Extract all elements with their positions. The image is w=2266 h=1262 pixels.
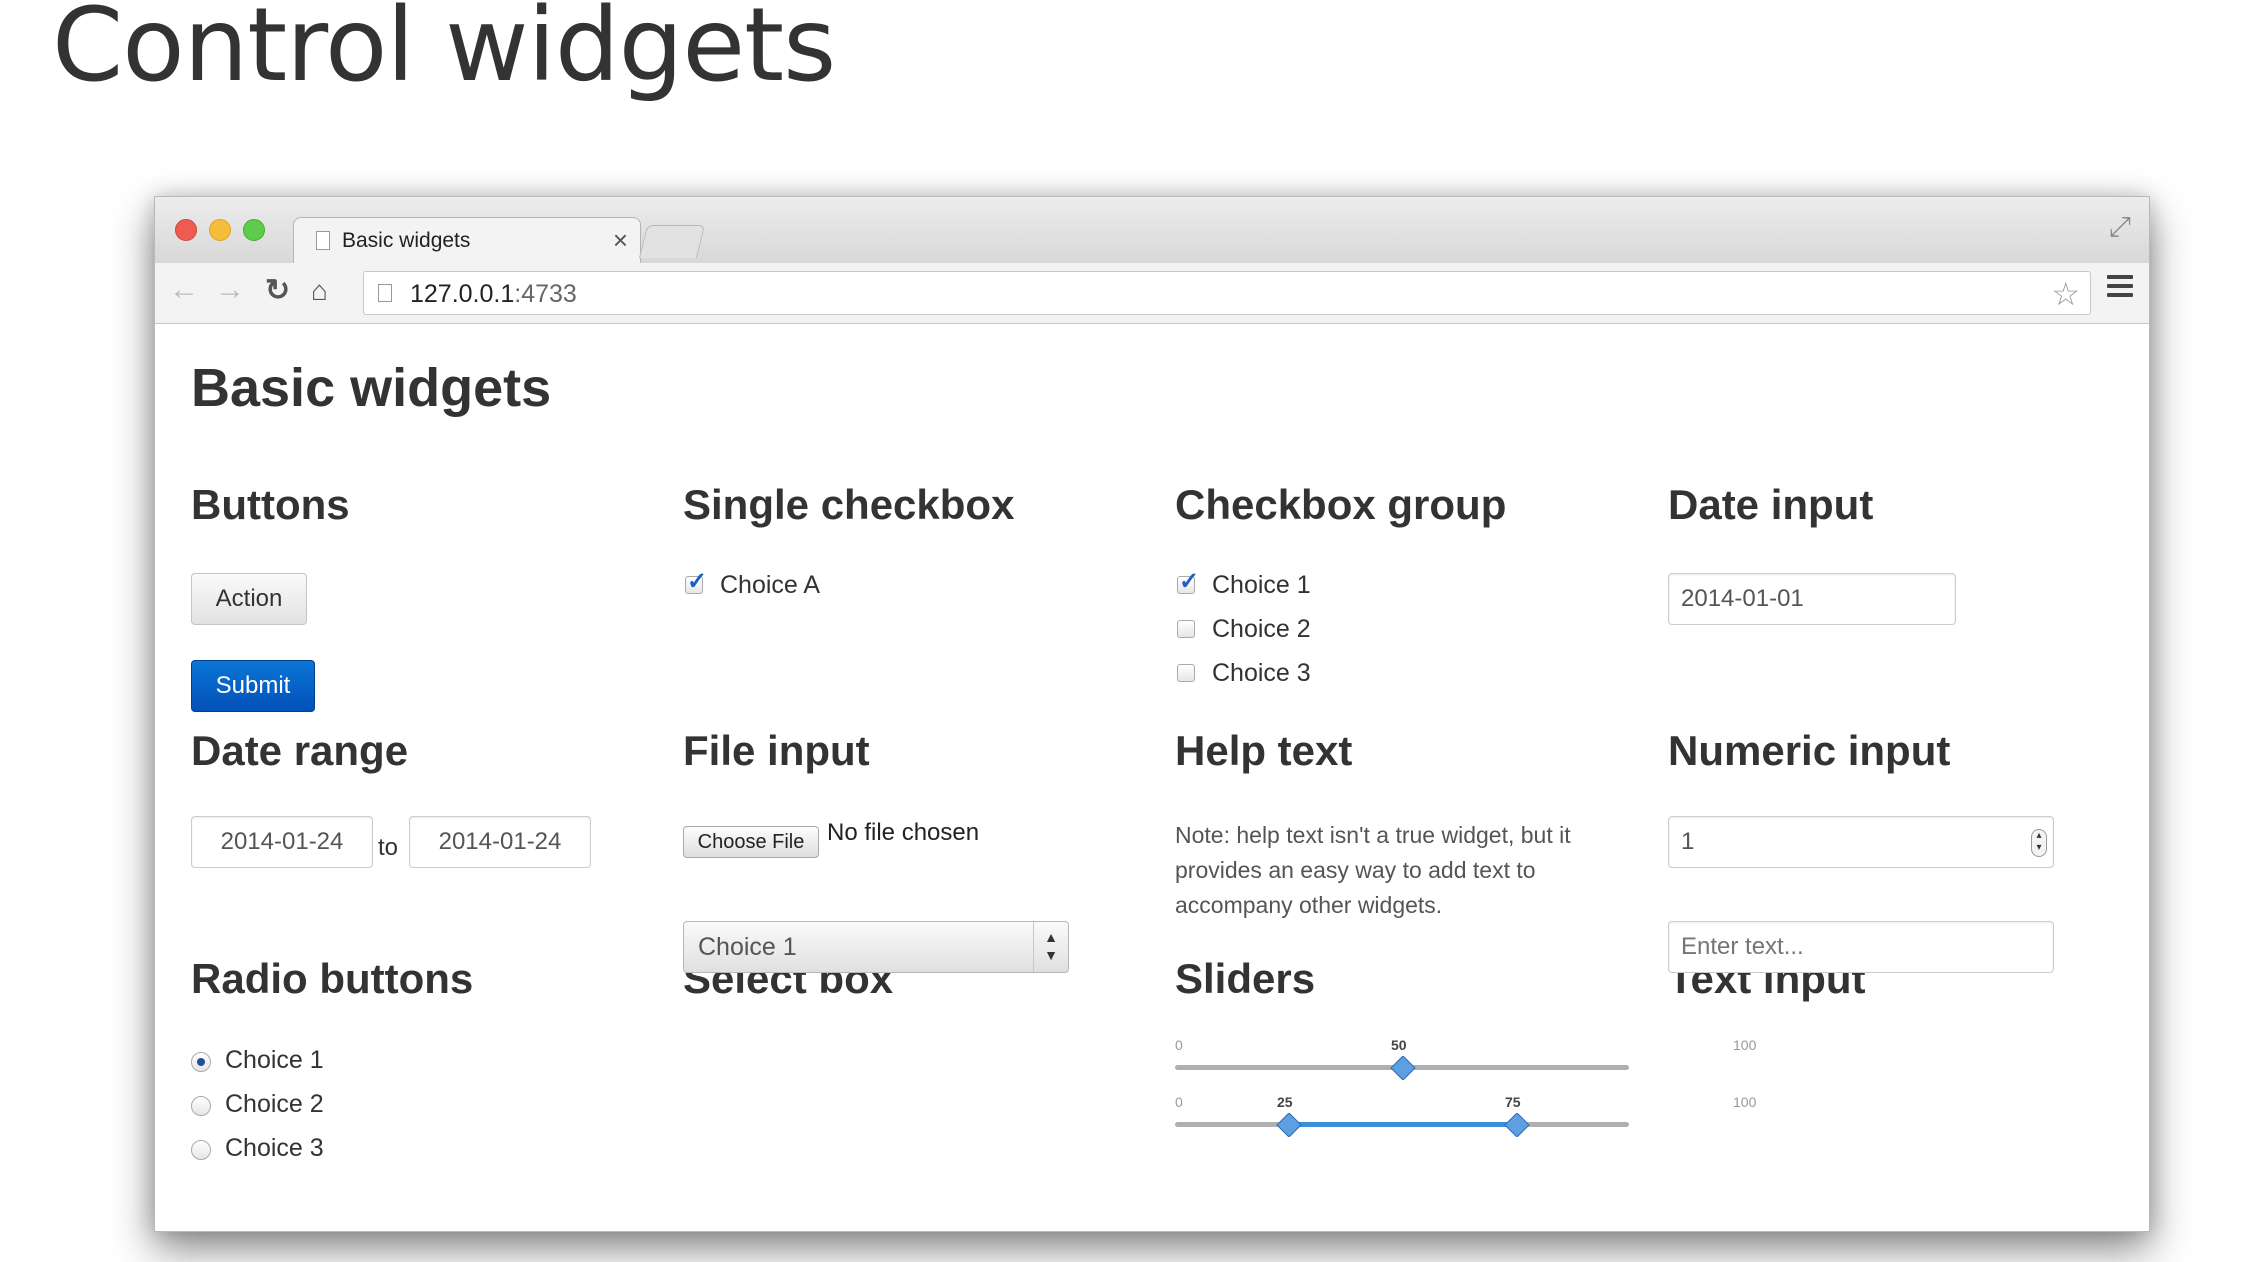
new-tab-button[interactable] — [638, 225, 706, 258]
help-text-body: Note: help text isn't a true widget, but… — [1175, 822, 1571, 918]
menu-icon[interactable] — [2107, 275, 2133, 302]
radio-choice-3[interactable] — [191, 1140, 211, 1160]
slide-title: Control widgets — [52, 0, 836, 105]
radio-selected-dot — [197, 1058, 205, 1066]
date-range-separator: to — [378, 834, 399, 861]
numeric-input-field[interactable]: 1 ▴ ▾ — [1668, 816, 2054, 868]
checkbox-choice-3-label: Choice 3 — [1212, 659, 1311, 687]
slider-1-max-label: 100 — [1733, 1037, 1757, 1053]
checkmark-icon: ✓ — [1179, 568, 1200, 595]
slider-2-low-label: 25 — [1277, 1094, 1293, 1110]
slider-1-handle[interactable] — [1390, 1055, 1416, 1081]
numeric-input-heading: Numeric input — [1668, 727, 1951, 774]
radio-choice-3-label: Choice 3 — [225, 1134, 324, 1162]
file-input-heading: File input — [683, 727, 870, 774]
action-button[interactable]: Action — [191, 573, 307, 625]
minimize-window-button[interactable] — [209, 219, 231, 241]
page-content: Basic widgets Buttons Action Submit Sing… — [155, 324, 2149, 1231]
url-text[interactable]: 127.0.0.1:4733 — [410, 280, 577, 309]
url-port: :4733 — [514, 280, 577, 308]
submit-button[interactable]: Submit — [191, 660, 315, 712]
choice-a-label: Choice A — [720, 571, 821, 599]
choice-2-checkbox[interactable] — [1177, 620, 1195, 638]
slider-2-range-fill — [1288, 1122, 1516, 1127]
choice-3-checkbox[interactable] — [1177, 664, 1195, 682]
reload-icon[interactable]: ↻ — [265, 273, 290, 308]
single-checkbox-heading: Single checkbox — [683, 481, 1015, 528]
date-input-heading: Date input — [1668, 481, 1874, 528]
radio-choice-2-label: Choice 2 — [225, 1090, 324, 1118]
choice-a-checkbox[interactable]: ✓ — [685, 568, 707, 595]
fullscreen-icon[interactable]: ⤢ — [2109, 211, 2131, 244]
url-host: 127.0.0.1 — [410, 280, 515, 308]
slider-1-value-label: 50 — [1391, 1037, 1407, 1053]
select-box[interactable]: Choice 1 ▲ ▼ — [683, 921, 1069, 973]
close-window-button[interactable] — [175, 219, 197, 241]
choose-file-button[interactable]: Choose File — [683, 826, 819, 858]
home-icon[interactable]: ⌂ — [311, 275, 328, 307]
choice-1-checkbox[interactable]: ✓ — [1177, 568, 1199, 595]
page-icon — [316, 231, 330, 250]
date-input-field[interactable]: 2014-01-01 — [1668, 573, 1956, 625]
address-bar[interactable]: 127.0.0.1:4733 ☆ — [363, 271, 2091, 315]
text-input-field[interactable] — [1668, 921, 2054, 973]
sliders-heading: Sliders — [1175, 955, 1316, 1002]
select-box-value: Choice 1 — [698, 933, 797, 961]
slider-2-high-label: 75 — [1505, 1094, 1521, 1110]
date-range-start-field[interactable]: 2014-01-24 — [191, 816, 373, 868]
page-icon — [378, 284, 392, 302]
browser-tab[interactable]: Basic widgets × — [293, 217, 641, 264]
tab-title: Basic widgets — [342, 229, 471, 252]
slider-2-max-label: 100 — [1733, 1094, 1757, 1110]
numeric-input-value: 1 — [1681, 828, 1695, 855]
radio-choice-1-label: Choice 1 — [225, 1046, 324, 1074]
select-divider — [1033, 922, 1034, 972]
radio-choice-2[interactable] — [191, 1096, 211, 1116]
forward-arrow-icon[interactable]: → — [215, 273, 245, 307]
tab-close-icon[interactable]: × — [613, 225, 628, 256]
checkmark-icon: ✓ — [687, 568, 708, 595]
slider-2-high-handle[interactable] — [1504, 1112, 1530, 1138]
help-text-heading: Help text — [1175, 727, 1353, 774]
browser-toolbar: ← → ↻ ⌂ 127.0.0.1:4733 ☆ — [155, 263, 2149, 324]
select-arrows-icon: ▲ ▼ — [1044, 929, 1058, 963]
buttons-heading: Buttons — [191, 481, 350, 528]
file-status-text: No file chosen — [827, 819, 980, 846]
checkbox-group-heading: Checkbox group — [1175, 481, 1507, 528]
slider-2-min-label: 0 — [1175, 1094, 1183, 1110]
slider-2-low-handle[interactable] — [1276, 1112, 1302, 1138]
page-title: Basic widgets — [191, 358, 552, 418]
radio-buttons-heading: Radio buttons — [191, 955, 474, 1002]
back-arrow-icon[interactable]: ← — [169, 273, 199, 307]
date-range-heading: Date range — [191, 727, 409, 774]
checkbox-choice-2-label: Choice 2 — [1212, 615, 1311, 643]
slider-1-min-label: 0 — [1175, 1037, 1183, 1053]
bookmark-star-icon[interactable]: ☆ — [2051, 275, 2080, 313]
spinner-icon[interactable]: ▴ ▾ — [2031, 829, 2047, 857]
zoom-window-button[interactable] — [243, 219, 265, 241]
title-bar: Basic widgets × ⤢ — [155, 197, 2149, 264]
browser-window: Basic widgets × ⤢ ← → ↻ ⌂ 127.0.0.1:4733… — [154, 196, 2150, 1232]
radio-choice-1[interactable] — [191, 1052, 211, 1072]
date-range-end-field[interactable]: 2014-01-24 — [409, 816, 591, 868]
checkbox-choice-1-label: Choice 1 — [1212, 571, 1311, 599]
